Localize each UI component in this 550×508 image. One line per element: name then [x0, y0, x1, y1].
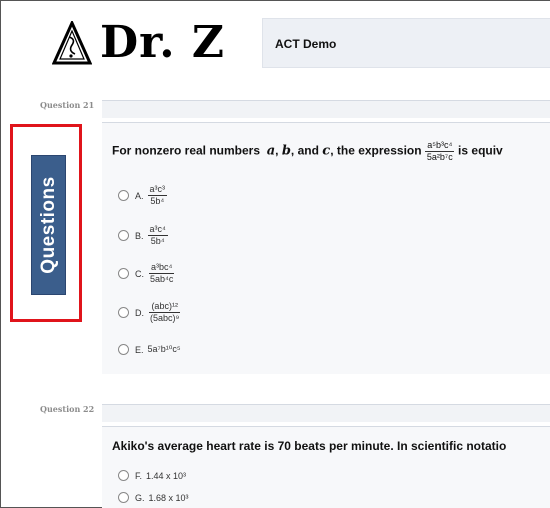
option-f[interactable]: F. 1.44 x 10³: [118, 470, 186, 481]
option-text: 1.68 x 10³: [148, 492, 189, 503]
expression-denominator: 5a²b⁷c: [426, 152, 453, 162]
option-fraction: a³c³ 5b⁴: [147, 184, 168, 207]
question-21-header: [102, 100, 550, 118]
question-21-prefix: For nonzero real numbers: [112, 143, 261, 158]
questions-highlight-box: Questions: [10, 124, 82, 322]
comma: ,: [275, 143, 279, 158]
expression-fraction: a⁵b³c⁴ 5a²b⁷c: [425, 140, 455, 163]
var-c: c: [322, 143, 331, 159]
option-numerator: a³c⁴: [147, 224, 168, 236]
question-21-text: For nonzero real numbers a, b, and c, th…: [112, 140, 503, 163]
questions-tab-label: Questions: [37, 176, 59, 274]
option-fraction: (abc)¹² (5abc)⁹: [148, 301, 181, 324]
page-title: ACT Demo: [275, 37, 337, 51]
radio-a[interactable]: [118, 190, 129, 201]
radio-f[interactable]: [118, 470, 129, 481]
radio-c[interactable]: [118, 268, 129, 279]
logo-icon: [52, 21, 92, 65]
question-22-label: Question 22: [40, 404, 95, 414]
option-letter: G.: [135, 492, 145, 503]
option-numerator: (abc)¹²: [149, 301, 180, 313]
question-21-mid: , the expression: [330, 143, 422, 158]
question-22-header: [102, 404, 550, 422]
option-g[interactable]: G. 1.68 x 10³: [118, 492, 189, 503]
radio-d[interactable]: [118, 307, 129, 318]
option-d[interactable]: D. (abc)¹² (5abc)⁹: [118, 301, 181, 324]
var-a: a: [266, 143, 276, 159]
option-fraction: a³c⁴ 5b⁴: [147, 224, 168, 247]
logo-text: Dr. Z: [100, 17, 226, 68]
option-letter: C.: [135, 268, 144, 279]
option-denominator: 5b⁴: [150, 196, 165, 206]
logo: Dr. Z: [52, 20, 225, 66]
and-text: , and: [290, 143, 319, 158]
header-bar: ACT Demo: [262, 18, 550, 68]
var-b: b: [281, 143, 291, 159]
option-numerator: a³c³: [147, 184, 168, 196]
option-text: 1.44 x 10³: [146, 470, 187, 481]
expression-numerator: a⁵b³c⁴: [425, 140, 455, 152]
radio-g[interactable]: [118, 492, 129, 503]
radio-b[interactable]: [118, 230, 129, 241]
option-letter: A.: [135, 190, 144, 201]
question-22-text: Akiko's average heart rate is 70 beats p…: [112, 439, 507, 453]
questions-tab[interactable]: Questions: [31, 155, 66, 295]
option-e[interactable]: E. 5a⁷b¹⁰c⁵: [118, 344, 181, 355]
option-letter: E.: [135, 344, 144, 355]
option-letter: D.: [135, 307, 144, 318]
option-fraction: a³bc⁴ 5ab⁴c: [148, 262, 175, 285]
option-letter: F.: [135, 470, 143, 481]
option-letter: B.: [135, 230, 144, 241]
question-21-suffix: is equiv: [458, 143, 503, 158]
option-b[interactable]: B. a³c⁴ 5b⁴: [118, 224, 168, 247]
option-text: 5a⁷b¹⁰c⁵: [147, 344, 181, 354]
question-21-label: Question 21: [40, 100, 95, 110]
option-a[interactable]: A. a³c³ 5b⁴: [118, 184, 168, 207]
option-numerator: a³bc⁴: [149, 262, 175, 274]
radio-e[interactable]: [118, 344, 129, 355]
option-denominator: (5abc)⁹: [150, 313, 180, 323]
option-denominator: 5ab⁴c: [150, 274, 174, 284]
option-denominator: 5b⁴: [150, 236, 165, 246]
option-c[interactable]: C. a³bc⁴ 5ab⁴c: [118, 262, 175, 285]
